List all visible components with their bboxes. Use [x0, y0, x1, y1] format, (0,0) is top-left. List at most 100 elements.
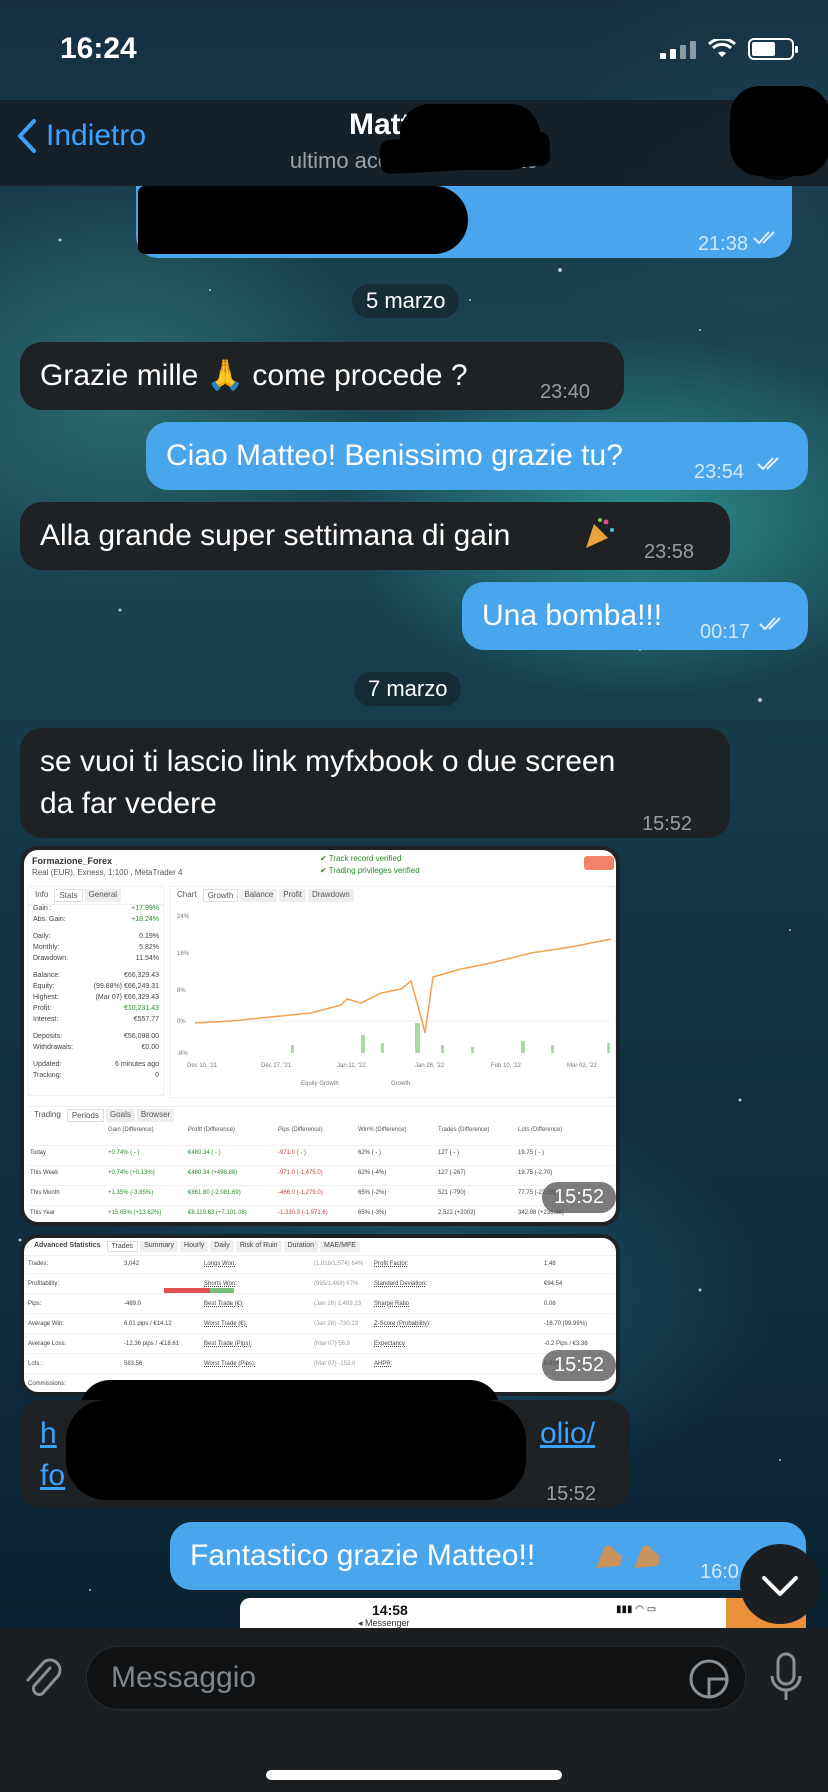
message-bubble-outgoing[interactable]: Fantastico grazie Matteo!! 16:0 — [170, 1522, 806, 1590]
wifi-icon — [708, 39, 736, 57]
table-cell: (995/1,468) 67% — [314, 1281, 359, 1287]
message-time: 23:58 — [644, 541, 695, 563]
tab-general[interactable]: General — [84, 889, 122, 902]
table-cell: Standard Deviation: — [374, 1281, 427, 1287]
x-tick: Feb 10, '22 — [491, 1063, 521, 1069]
table-cell: Trades: — [28, 1261, 49, 1267]
stats-value: €10,231.43 — [123, 1005, 159, 1012]
redaction-mark — [66, 1400, 526, 1500]
tab-info[interactable]: Info — [31, 889, 52, 902]
stats-label: Updated: — [33, 1061, 62, 1068]
table-cell: 65% (-2%) — [358, 1190, 387, 1196]
redaction-mark — [730, 86, 828, 176]
stats-label: Tracking: — [33, 1072, 62, 1079]
image-attachment-myfxbook-overview[interactable]: Formazione_Forex Real (EUR), Exness, 1:1… — [20, 846, 620, 1226]
paperclip-icon[interactable] — [18, 1654, 66, 1702]
message-input[interactable]: Messaggio — [86, 1646, 746, 1710]
message-bubble-outgoing[interactable]: Ciao Matteo! Benissimo grazie tu? 23:54 — [146, 422, 808, 490]
message-bubble-incoming[interactable]: se vuoi ti lascio link myfxbook o due sc… — [20, 728, 730, 838]
tab-browser[interactable]: Browser — [136, 1109, 175, 1122]
column-header: Gain (Difference) — [108, 1127, 154, 1133]
stats-row: Gain : +17.99% — [29, 905, 163, 916]
table-cell: 583.56 — [124, 1361, 143, 1367]
home-indicator — [266, 1770, 562, 1780]
table-cell: Lots : — [28, 1361, 43, 1367]
stats-label: Deposits: — [33, 1033, 63, 1040]
image-attachment-myfxbook-advanced-stats[interactable]: Advanced Statistics Trades Summary Hourly Da… — [20, 1234, 620, 1396]
stats-value: 0 — [155, 1072, 159, 1079]
message-text: Alla grande super settimana di gain — [40, 519, 511, 552]
y-tick: 24% — [177, 914, 190, 920]
stats-label: Monthly: — [33, 944, 60, 951]
scroll-to-bottom-button[interactable] — [740, 1544, 820, 1624]
tab-advanced-stats[interactable]: Risk of Ruin — [235, 1241, 282, 1252]
message-text: Grazie mille 🙏 come procede ? — [40, 359, 468, 392]
column-header: Profit (Difference) — [188, 1127, 235, 1133]
tab-stats[interactable]: Stats — [54, 889, 83, 902]
table-cell: -16.70 (99.99%) — [544, 1321, 588, 1327]
image-time: 15:52 — [542, 1350, 616, 1381]
chevron-down-icon — [762, 1576, 798, 1596]
tab-periods[interactable]: Periods — [66, 1109, 104, 1122]
stats-row: Interest: €557.77 — [29, 1016, 163, 1027]
table-cell: Sharpe Ratio — [374, 1301, 410, 1307]
table-row: Today +0.74% ( - ) €480.34 ( - ) -971.0 ( -… — [28, 1145, 616, 1161]
message-time: 21:38 — [697, 233, 748, 255]
x-tick: Mar 02, '22 — [567, 1063, 597, 1069]
stats-label: Daily: — [33, 933, 51, 940]
tab-advanced-stats[interactable]: Hourly — [180, 1241, 209, 1252]
tab-balance[interactable]: Balance — [240, 889, 278, 902]
table-row: This Year +15.65% (+13.62%) €8,119.63 (+7,… — [28, 1205, 616, 1221]
table-cell: 62% (-4%) — [358, 1170, 387, 1176]
table-cell: (Mar 07) 56.9 — [314, 1341, 351, 1347]
link-text[interactable]: h — [40, 1414, 57, 1454]
stats-value: (99.88%) €66,249.31 — [93, 983, 159, 990]
message-time: 15:52 — [546, 1483, 597, 1505]
tab-trading[interactable]: Trading — [30, 1109, 65, 1122]
x-tick: Dec 27, '21 — [261, 1063, 292, 1069]
stats-label: Gain : — [33, 905, 52, 912]
stats-label: Withdrawals: — [33, 1044, 74, 1051]
table-cell: Average Loss: — [28, 1341, 67, 1347]
sticker-icon[interactable] — [687, 1657, 731, 1701]
message-input-bar: Messaggio — [0, 1628, 828, 1792]
table-cell: +0.74% ( - ) — [108, 1150, 140, 1156]
tab-chart[interactable]: Chart — [173, 889, 201, 902]
image-attachment-preview[interactable]: 14:58 ◂ Messenger ▮▮▮ ◠ ▭ — [240, 1598, 806, 1628]
tab-advanced-stats[interactable]: Trades — [106, 1241, 139, 1252]
stats-label: Equity: — [33, 983, 55, 990]
stats-row: Abs. Gain: +18.24% — [29, 916, 163, 927]
table-cell: -0.2 Pips / €3.36 — [544, 1341, 588, 1347]
table-cell: Best Trade (Pips): — [204, 1341, 253, 1347]
link-text[interactable]: olio/ — [540, 1414, 595, 1454]
message-bubble-incoming[interactable]: Alla grande super settimana di gain 23:5… — [20, 502, 730, 570]
table-cell: Pips: — [28, 1301, 42, 1307]
tab-advanced-stats[interactable]: Advanced Statistics — [30, 1241, 105, 1252]
message-bubble-incoming[interactable]: Grazie mille 🙏 come procede ? 23:40 — [20, 342, 624, 410]
tab-drawdown[interactable]: Drawdown — [307, 889, 354, 902]
flexed-biceps-emoji-icon — [634, 1545, 660, 1568]
message-bubble-outgoing[interactable]: Una bomba!!! 00:17 — [462, 582, 808, 650]
tab-goals[interactable]: Goals — [105, 1109, 135, 1122]
stats-row: Updated: 6 minutes ago — [29, 1061, 163, 1072]
table-cell: Profit Factor: — [374, 1261, 409, 1267]
tab-profit[interactable]: Profit — [279, 889, 306, 902]
table-cell: 521 (-790) — [438, 1190, 466, 1196]
tab-advanced-stats[interactable]: MAE/MFE — [320, 1241, 360, 1252]
tab-advanced-stats[interactable]: Duration — [283, 1241, 319, 1252]
discuss-button[interactable] — [584, 856, 614, 870]
microphone-icon[interactable] — [766, 1650, 806, 1706]
y-tick: 8% — [177, 988, 186, 994]
link-text[interactable]: fo — [40, 1456, 65, 1496]
stats-row: Monthly: 5.82% — [29, 944, 163, 955]
tab-advanced-stats[interactable]: Summary — [140, 1241, 179, 1252]
column-header: Pips (Difference) — [278, 1127, 323, 1133]
table-cell: €480.34 (+498.88) — [188, 1170, 238, 1176]
stats-value: €557.77 — [133, 1016, 159, 1023]
tab-growth[interactable]: Growth — [202, 889, 239, 902]
table-cell: Commissions: — [28, 1381, 66, 1387]
profitability-bar — [164, 1288, 234, 1293]
table-cell: (Jan 28) 2,489.23 — [314, 1301, 362, 1307]
tab-advanced-stats[interactable]: Daily — [210, 1241, 234, 1252]
message-bubble-outgoing[interactable]: 21:38 — [136, 186, 792, 258]
